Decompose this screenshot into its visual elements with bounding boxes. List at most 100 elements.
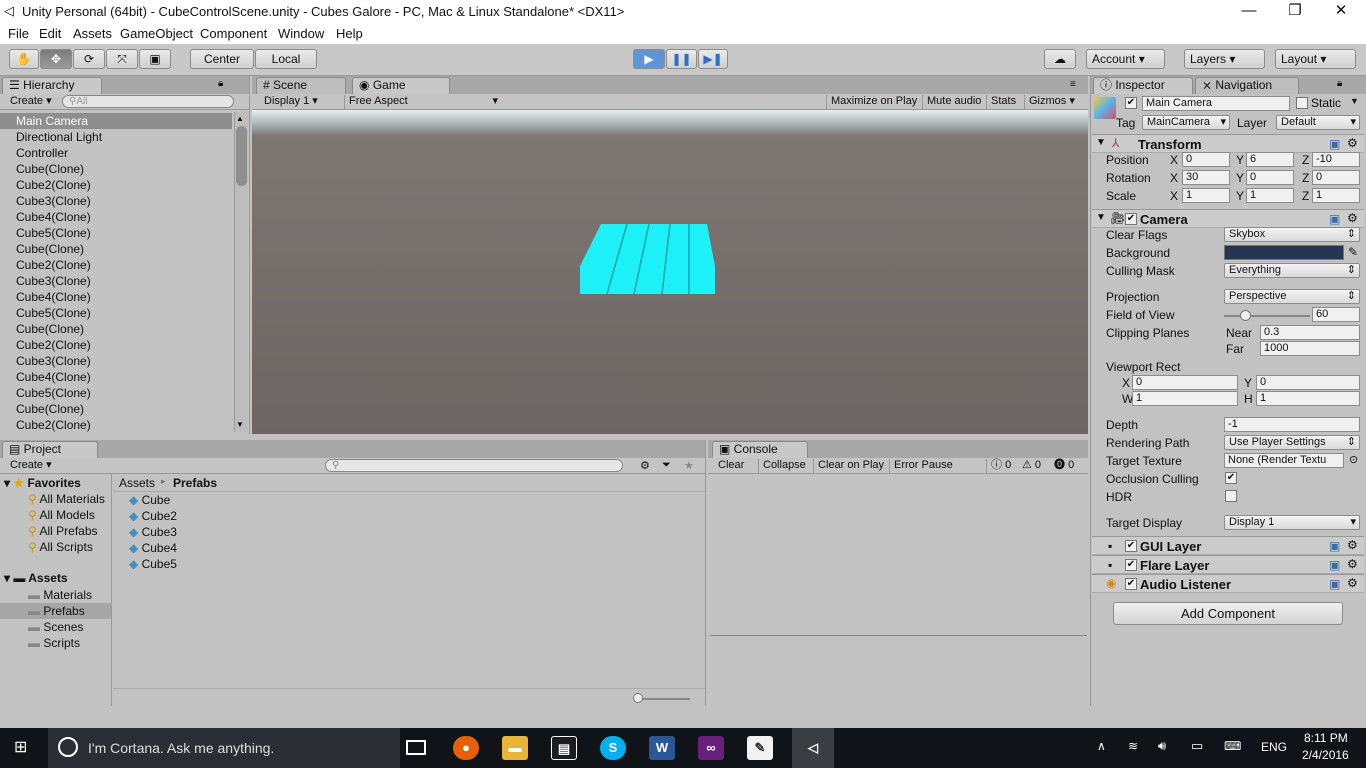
- prefab-item[interactable]: ◆ Cube4: [129, 541, 177, 555]
- favorite-item[interactable]: ⚲ All Materials: [28, 492, 105, 506]
- firefox-icon[interactable]: ●: [453, 736, 479, 760]
- scroll-up-icon[interactable]: ▲: [236, 114, 244, 123]
- task-view-icon[interactable]: [406, 740, 426, 755]
- windows-start-icon[interactable]: ⊞: [14, 740, 32, 756]
- menu-assets[interactable]: Assets: [73, 26, 112, 41]
- tab-project[interactable]: ▤ Project: [2, 441, 98, 458]
- hierarchy-item[interactable]: Controller: [0, 145, 232, 161]
- maximize-on-play-toggle[interactable]: Maximize on Play: [826, 95, 921, 109]
- lock-icon[interactable]: 🔒︎: [218, 78, 223, 89]
- mute-audio-toggle[interactable]: Mute audio: [922, 95, 985, 109]
- skype-icon[interactable]: S: [600, 736, 626, 760]
- settings-gear-icon[interactable]: ⚙: [1347, 557, 1358, 571]
- eyedropper-icon[interactable]: ✎: [1348, 245, 1358, 259]
- layer-dropdown[interactable]: Default ▾: [1276, 115, 1360, 130]
- audio-listener-checkbox[interactable]: ✔: [1125, 578, 1137, 590]
- tab-scene[interactable]: # Scene: [256, 77, 346, 94]
- prefab-item[interactable]: ◆ Cube2: [129, 509, 177, 523]
- volume-icon[interactable]: 🔊︎: [1158, 738, 1166, 754]
- hierarchy-item[interactable]: Directional Light: [0, 129, 232, 145]
- active-checkbox[interactable]: ✔: [1125, 97, 1137, 109]
- hierarchy-item[interactable]: Cube4(Clone): [0, 369, 232, 385]
- gizmos-dropdown[interactable]: Gizmos ▾: [1024, 95, 1079, 109]
- hierarchy-item[interactable]: Main Camera: [0, 113, 232, 129]
- scale-y-field[interactable]: 1: [1246, 188, 1294, 203]
- notepad-icon[interactable]: ✎: [747, 736, 773, 760]
- target-texture-field[interactable]: None (Render Textu: [1224, 453, 1344, 468]
- hierarchy-item[interactable]: Cube(Clone): [0, 161, 232, 177]
- breadcrumb-prefabs[interactable]: Prefabs: [173, 476, 217, 490]
- target-display-dropdown[interactable]: Display 1 ▾: [1224, 515, 1360, 530]
- static-checkbox[interactable]: [1296, 97, 1308, 109]
- visual-studio-icon[interactable]: ∞: [698, 736, 724, 760]
- hierarchy-item[interactable]: Cube5(Clone): [0, 385, 232, 401]
- tab-console[interactable]: ▣ Console: [712, 441, 808, 458]
- console-collapse-button[interactable]: Collapse: [758, 459, 810, 473]
- projection-dropdown[interactable]: Perspective ⇕: [1224, 289, 1360, 304]
- hierarchy-create-button[interactable]: Create ▾: [6, 95, 56, 109]
- favorite-star-icon[interactable]: ★: [684, 459, 694, 472]
- breadcrumb-assets[interactable]: Assets: [119, 476, 155, 490]
- pivot-center-toggle[interactable]: Center: [190, 49, 254, 69]
- object-picker-icon[interactable]: ⊙: [1349, 453, 1358, 466]
- word-icon[interactable]: W: [649, 736, 675, 760]
- console-clear-button[interactable]: Clear: [714, 459, 748, 473]
- layers-dropdown[interactable]: Layers ▾: [1184, 49, 1265, 69]
- rotation-x-field[interactable]: 30: [1182, 170, 1230, 185]
- account-dropdown[interactable]: Account ▾: [1086, 49, 1165, 69]
- prefab-item[interactable]: ◆ Cube: [129, 493, 170, 507]
- favorite-item[interactable]: ⚲ All Scripts: [28, 540, 93, 554]
- hdr-checkbox[interactable]: [1225, 490, 1237, 502]
- inspector-lock-icon[interactable]: 🔒︎: [1337, 78, 1342, 89]
- clock-date[interactable]: 2/4/2016: [1302, 748, 1349, 762]
- display-dropdown[interactable]: Display 1 ▾: [260, 95, 342, 109]
- unity-taskbar-icon[interactable]: ◁: [792, 728, 834, 768]
- layout-dropdown[interactable]: Layout ▾: [1275, 49, 1356, 69]
- cortana-search-box[interactable]: I'm Cortana. Ask me anything.: [48, 728, 400, 768]
- camera-enabled-checkbox[interactable]: ✔: [1125, 213, 1137, 225]
- hierarchy-item[interactable]: Cube4(Clone): [0, 209, 232, 225]
- flare-layer-checkbox[interactable]: ✔: [1125, 559, 1137, 571]
- play-button[interactable]: ▶: [633, 49, 665, 69]
- hierarchy-item[interactable]: Cube(Clone): [0, 401, 232, 417]
- hierarchy-item[interactable]: Cube(Clone): [0, 321, 232, 337]
- info-count-toggle[interactable]: ⓘ 0: [986, 459, 1015, 473]
- clear-flags-dropdown[interactable]: Skybox ⇕: [1224, 227, 1360, 242]
- help-icon[interactable]: ▣: [1329, 539, 1340, 553]
- tab-hierarchy[interactable]: ☰ Hierarchy: [2, 77, 102, 94]
- folder-item[interactable]: ▬ Prefabs: [0, 603, 111, 619]
- viewport-x-field[interactable]: 0: [1132, 375, 1238, 390]
- object-name-field[interactable]: Main Camera: [1142, 96, 1290, 111]
- step-button[interactable]: ▶❚: [698, 49, 728, 69]
- tab-navigation[interactable]: ⨯ Navigation: [1195, 77, 1299, 94]
- viewport-y-field[interactable]: 0: [1256, 375, 1360, 390]
- pivot-local-toggle[interactable]: Local: [255, 49, 317, 69]
- project-create-button[interactable]: Create ▾: [6, 459, 56, 473]
- hierarchy-scroll-thumb[interactable]: [236, 126, 247, 186]
- position-y-field[interactable]: 6: [1246, 152, 1294, 167]
- tag-dropdown[interactable]: MainCamera ▾: [1142, 115, 1230, 130]
- language-indicator[interactable]: ENG: [1261, 740, 1287, 754]
- menu-component[interactable]: Component: [200, 26, 267, 41]
- hierarchy-scrollbar[interactable]: ▲ ▼: [234, 112, 248, 432]
- favorite-item[interactable]: ⚲ All Models: [28, 508, 95, 522]
- scale-x-field[interactable]: 1: [1182, 188, 1230, 203]
- help-icon[interactable]: ▣: [1329, 212, 1340, 226]
- console-error-pause-button[interactable]: Error Pause: [889, 459, 957, 473]
- menu-help[interactable]: Help: [336, 26, 363, 41]
- file-explorer-icon[interactable]: ▬: [502, 736, 528, 760]
- depth-field[interactable]: -1: [1224, 417, 1360, 432]
- cloud-icon[interactable]: ☁: [1044, 49, 1076, 69]
- viewport-h-field[interactable]: 1: [1256, 391, 1360, 406]
- pause-button[interactable]: ❚❚: [666, 49, 697, 69]
- rotation-y-field[interactable]: 0: [1246, 170, 1294, 185]
- flare-layer-header[interactable]: ▪ ✔ Flare Layer ▣ ⚙: [1092, 555, 1364, 574]
- background-color-swatch[interactable]: [1224, 245, 1344, 260]
- chevron-up-icon[interactable]: ∧: [1097, 739, 1106, 753]
- hierarchy-item[interactable]: Cube2(Clone): [0, 177, 232, 193]
- rect-tool-icon[interactable]: ▣: [139, 49, 171, 69]
- zoom-slider-track[interactable]: [635, 698, 690, 700]
- gui-layer-checkbox[interactable]: ✔: [1125, 540, 1137, 552]
- folder-item[interactable]: ▬ Materials: [0, 587, 111, 603]
- favorite-item[interactable]: ⚲ All Prefabs: [28, 524, 98, 538]
